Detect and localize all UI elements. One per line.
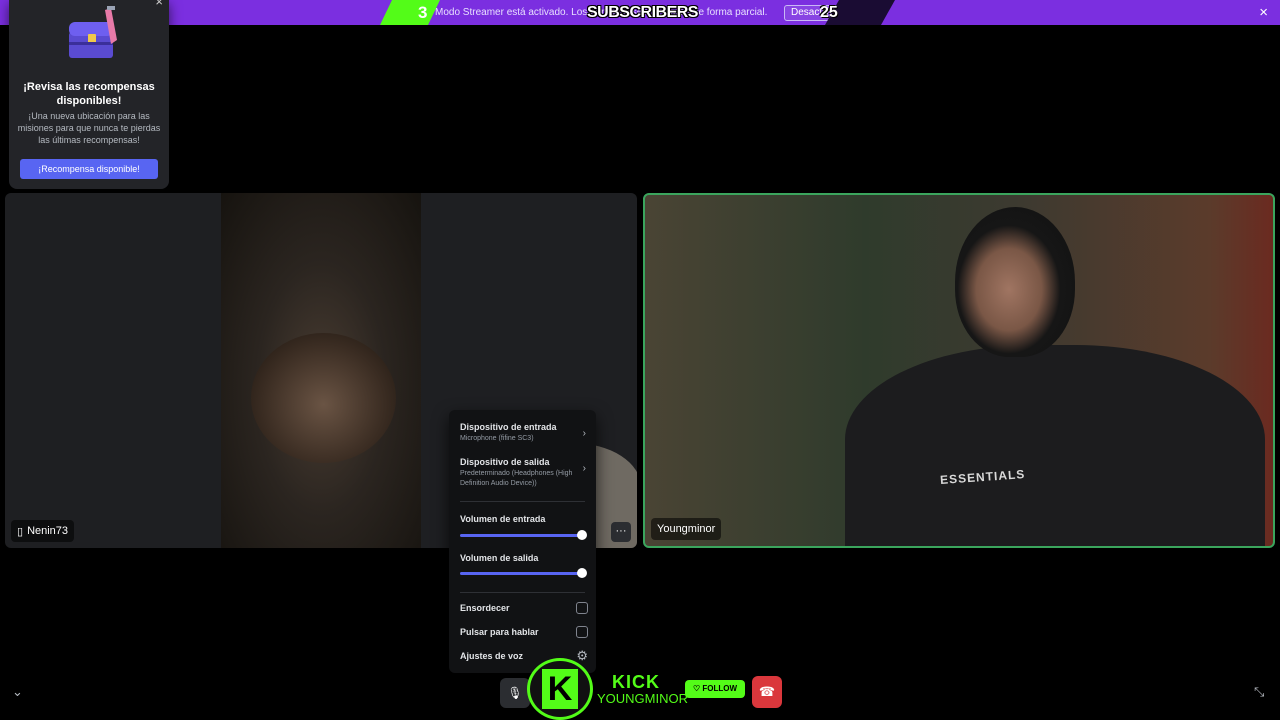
participant-name-tag: ▯ Nenin73 (11, 520, 75, 542)
slider-handle[interactable] (577, 530, 587, 540)
kick-logo-letter: K (542, 669, 578, 709)
output-volume-item: Volumen de salida (460, 553, 588, 563)
phone-icon: ▯ (17, 525, 24, 538)
reward-description: ¡Una nueva ubicación para las misiones p… (17, 111, 161, 145)
deafen-item[interactable]: Ensordecer (460, 602, 588, 614)
microphone-button[interactable]: 🎙 (500, 678, 530, 708)
input-volume-item: Volumen de entrada (460, 514, 588, 524)
output-volume-slider[interactable] (460, 568, 587, 578)
person-head (955, 207, 1075, 357)
output-volume-label: Volumen de salida (460, 553, 539, 563)
input-device-item[interactable]: Dispositivo de entrada Microphone (fifin… (460, 422, 588, 444)
chevron-down-icon[interactable]: ⌄ (12, 684, 23, 700)
deafen-checkbox[interactable] (576, 602, 588, 614)
chevron-right-icon: › (582, 463, 586, 474)
reward-close-icon[interactable]: × (155, 0, 163, 9)
subscribers-overlay: 3 SUBSCRIBERS 25 (380, 0, 895, 25)
disconnect-call-button[interactable]: ☎ (752, 676, 782, 708)
participant-name: Youngminor (657, 523, 716, 535)
subs-left-badge: 3 (380, 0, 440, 25)
phone-hangup-icon: ☎ (758, 684, 776, 699)
subs-label: SUBSCRIBERS (587, 4, 698, 21)
push-to-talk-checkbox[interactable] (576, 626, 588, 638)
person-head (251, 333, 396, 463)
follow-label: FOLLOW (702, 684, 738, 693)
push-to-talk-item[interactable]: Pulsar para hablar (460, 626, 588, 638)
banner-close-icon[interactable]: × (1259, 4, 1268, 21)
exit-fullscreen-icon[interactable]: ⤡ (1254, 684, 1264, 700)
reward-title: ¡Revisa las recompensas disponibles! (23, 81, 155, 107)
more-options-button[interactable]: ··· (611, 522, 631, 542)
heart-icon: ♡ (692, 684, 703, 693)
output-device-value: Predeterminado (Headphones (High Definit… (460, 470, 573, 487)
subs-number: 3 (418, 3, 428, 22)
input-device-label: Dispositivo de entrada (460, 422, 557, 432)
menu-divider (460, 592, 585, 593)
kick-username: YOUNGMINOR (597, 691, 688, 706)
treasure-chest-icon (69, 6, 117, 58)
kick-wordmark: KICK (612, 672, 660, 692)
menu-divider (460, 501, 585, 502)
person-hoodie (845, 345, 1265, 546)
chevron-right-icon: › (582, 428, 586, 439)
participant-name: Nenin73 (27, 525, 69, 537)
input-volume-label: Volumen de entrada (460, 514, 546, 524)
input-device-value: Microphone (fifine SC3) (460, 435, 534, 442)
camera-feed-nenin73 (221, 193, 637, 548)
output-device-item[interactable]: Dispositivo de salida Predeterminado (He… (460, 457, 588, 489)
discord-call-window: Modo Streamer está activado. Los nombres… (0, 0, 1280, 720)
subs-count: 25 (820, 4, 838, 21)
reward-available-button[interactable]: ¡Recompensa disponible! (20, 159, 158, 179)
gear-icon: ⚙ (576, 648, 588, 663)
input-volume-slider[interactable] (460, 530, 587, 540)
deafen-label: Ensordecer (460, 603, 510, 613)
kick-follow-badge: ♡ FOLLOW (685, 680, 745, 698)
video-tile-youngminor[interactable]: ESSENTIALS Youngminor (643, 193, 1275, 548)
push-to-talk-label: Pulsar para hablar (460, 627, 539, 637)
kick-logo-badge: K (527, 658, 593, 720)
microphone-icon: 🎙 (507, 686, 523, 700)
participant-name-tag: Youngminor (651, 518, 722, 540)
output-device-label: Dispositivo de salida (460, 457, 550, 467)
slider-handle[interactable] (577, 568, 587, 578)
audio-settings-menu: Dispositivo de entrada Microphone (fifin… (449, 410, 596, 673)
reward-popup: × ¡Revisa las recompensas disponibles! ¡… (9, 0, 169, 189)
